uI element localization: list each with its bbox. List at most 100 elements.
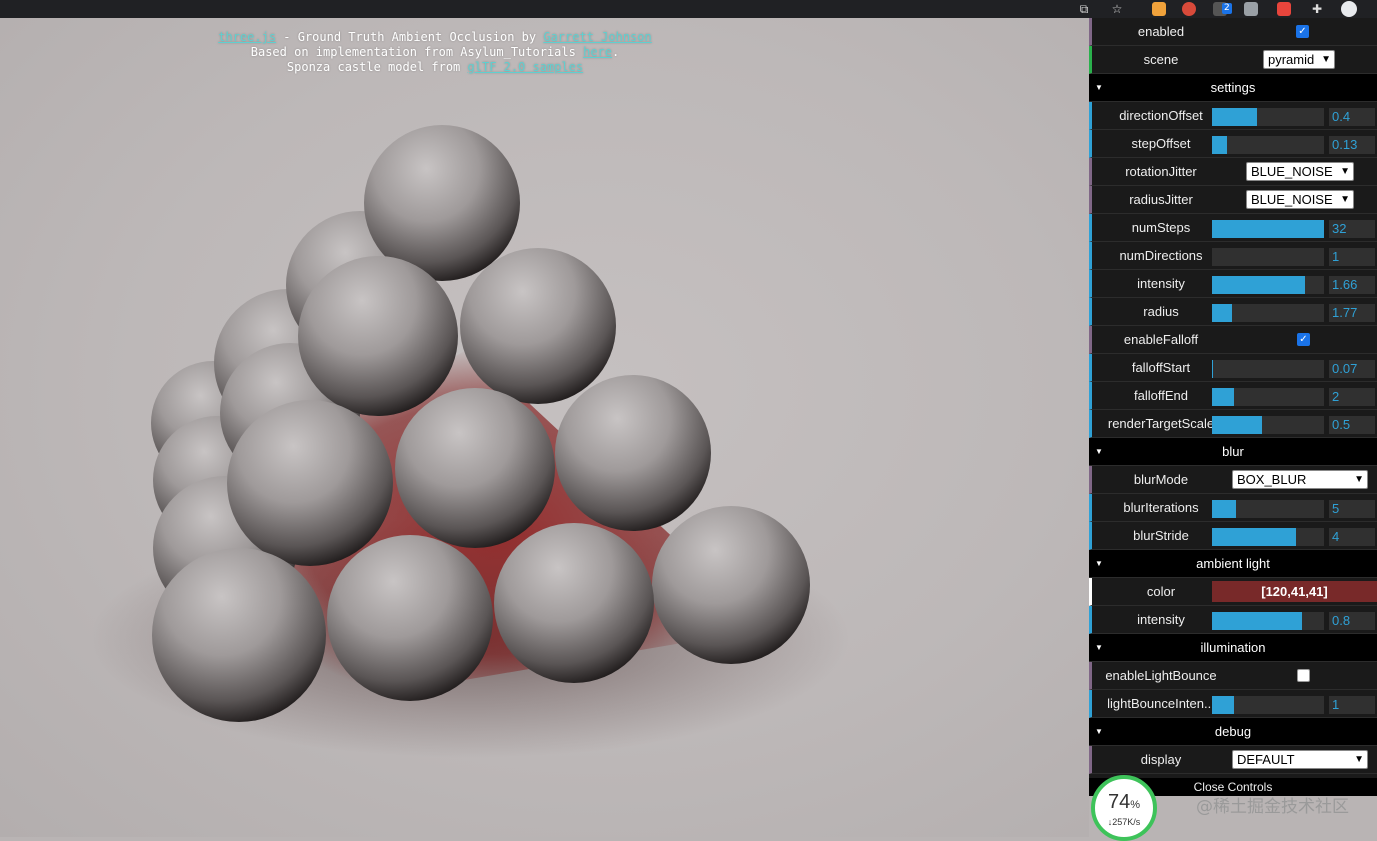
- translate-icon[interactable]: ⧉: [1077, 0, 1091, 18]
- enableFalloff-row[interactable]: enableFalloff ✓: [1089, 326, 1377, 354]
- sphere: [395, 388, 555, 548]
- numDirections-input[interactable]: 1: [1329, 248, 1375, 266]
- falloffEnd-slider[interactable]: [1212, 388, 1324, 406]
- stepOffset-row[interactable]: stepOffset 0.13: [1089, 130, 1377, 158]
- author-link[interactable]: Garrett Johnson: [543, 30, 651, 44]
- display-row[interactable]: display DEFAULT ▼: [1089, 746, 1377, 774]
- radius-slider[interactable]: [1212, 304, 1324, 322]
- bookmark-star-icon[interactable]: ☆: [1108, 0, 1126, 18]
- chevron-down-icon: ▼: [1354, 754, 1364, 765]
- radiusJitter-select[interactable]: BLUE_NOISE ▼: [1246, 190, 1354, 209]
- here-link[interactable]: here: [583, 45, 612, 59]
- intensity-input[interactable]: 1.66: [1329, 276, 1375, 294]
- slider-fill: [1212, 388, 1235, 406]
- falloffStart-row[interactable]: falloffStart 0.07: [1089, 354, 1377, 382]
- radiusJitter-row[interactable]: radiusJitter BLUE_NOISE ▼: [1089, 186, 1377, 214]
- directionOffset-slider[interactable]: [1212, 108, 1324, 126]
- blurMode-row[interactable]: blurMode BOX_BLUR ▼: [1089, 466, 1377, 494]
- sphere: [152, 548, 326, 722]
- slider-fill: [1212, 276, 1305, 294]
- display-select[interactable]: DEFAULT ▼: [1232, 750, 1368, 769]
- ambient-light-folder-title[interactable]: ▼ ambient light: [1089, 550, 1377, 578]
- directionOffset-row[interactable]: directionOffset 0.4: [1089, 102, 1377, 130]
- falloffStart-slider[interactable]: [1212, 360, 1324, 378]
- extension-red-icon[interactable]: [1181, 0, 1197, 18]
- browser-toolbar: ⧉ ☆ 2 ✚: [0, 0, 1377, 18]
- intensity-slider[interactable]: [1212, 276, 1324, 294]
- settings-folder-title[interactable]: ▼ settings: [1089, 74, 1377, 102]
- renderTargetScale-row[interactable]: renderTargetScale 0.5: [1089, 410, 1377, 438]
- enabled-label: enabled: [1137, 24, 1185, 39]
- numSteps-input[interactable]: 32: [1329, 220, 1375, 238]
- blur-folder-title[interactable]: ▼ blur: [1089, 438, 1377, 466]
- lightBounceIntensity-row[interactable]: lightBounceInten... 1: [1089, 690, 1377, 718]
- scene-label: scene: [1143, 52, 1179, 67]
- rotationJitter-value: BLUE_NOISE: [1251, 164, 1333, 179]
- blurStride-row[interactable]: blurStride 4: [1089, 522, 1377, 550]
- sphere: [460, 248, 616, 404]
- extensions-puzzle-icon[interactable]: ✚: [1309, 0, 1325, 18]
- ambient-intensity-input[interactable]: 0.8: [1329, 612, 1375, 630]
- slider-fill: [1212, 612, 1302, 630]
- stepOffset-slider[interactable]: [1212, 136, 1324, 154]
- extension-shield-icon[interactable]: [1276, 0, 1292, 18]
- debug-folder-title[interactable]: ▼ debug: [1089, 718, 1377, 746]
- sphere-pyramid-scene: [90, 125, 850, 758]
- radius-label: radius: [1143, 304, 1179, 319]
- blurStride-label: blurStride: [1133, 528, 1189, 543]
- lightBounceIntensity-input[interactable]: 1: [1329, 696, 1375, 714]
- enableLightBounce-checkbox[interactable]: [1297, 669, 1310, 682]
- lightBounceIntensity-slider[interactable]: [1212, 696, 1324, 714]
- sphere: [652, 506, 810, 664]
- perf-percent: 74%: [1095, 791, 1153, 814]
- blurIterations-row[interactable]: blurIterations 5: [1089, 494, 1377, 522]
- renderTargetScale-slider[interactable]: [1212, 416, 1324, 434]
- profile-avatar-icon[interactable]: [1338, 0, 1360, 18]
- extension-box-icon[interactable]: [1243, 0, 1259, 18]
- sphere: [227, 400, 393, 566]
- falloffEnd-label: falloffEnd: [1134, 388, 1188, 403]
- ambient-intensity-label: intensity: [1137, 612, 1185, 627]
- scene-row[interactable]: scene pyramid ▼: [1089, 46, 1377, 74]
- extension-badge: 2: [1222, 3, 1232, 14]
- scene-select[interactable]: pyramid ▼: [1263, 50, 1335, 69]
- falloffStart-label: falloffStart: [1131, 360, 1191, 375]
- enabled-checkbox[interactable]: ✓: [1296, 25, 1309, 38]
- rotationJitter-row[interactable]: rotationJitter BLUE_NOISE ▼: [1089, 158, 1377, 186]
- directionOffset-input[interactable]: 0.4: [1329, 108, 1375, 126]
- ambient-intensity-row[interactable]: intensity 0.8: [1089, 606, 1377, 634]
- falloffEnd-row[interactable]: falloffEnd 2: [1089, 382, 1377, 410]
- blurStride-slider[interactable]: [1212, 528, 1324, 546]
- radius-row[interactable]: radius 1.77: [1089, 298, 1377, 326]
- falloffEnd-input[interactable]: 2: [1329, 388, 1375, 406]
- stepOffset-input[interactable]: 0.13: [1329, 136, 1375, 154]
- gltf-samples-link[interactable]: glTF 2.0 samples: [468, 60, 584, 74]
- enableFalloff-checkbox[interactable]: ✓: [1297, 333, 1310, 346]
- blurIterations-input[interactable]: 5: [1329, 500, 1375, 518]
- renderTargetScale-input[interactable]: 0.5: [1329, 416, 1375, 434]
- intensity-row[interactable]: intensity 1.66: [1089, 270, 1377, 298]
- threejs-link[interactable]: three.js: [218, 30, 276, 44]
- rotationJitter-select[interactable]: BLUE_NOISE ▼: [1246, 162, 1354, 181]
- numSteps-slider[interactable]: [1212, 220, 1324, 238]
- slider-fill: [1212, 528, 1296, 546]
- blurIterations-slider[interactable]: [1212, 500, 1324, 518]
- numDirections-row[interactable]: numDirections 1: [1089, 242, 1377, 270]
- numSteps-row[interactable]: numSteps 32: [1089, 214, 1377, 242]
- watermark-text: @稀土掘金技术社区: [1196, 797, 1349, 817]
- ambient-color-row[interactable]: color [120,41,41]: [1089, 578, 1377, 606]
- enableLightBounce-row[interactable]: enableLightBounce: [1089, 662, 1377, 690]
- extension-orange-icon[interactable]: [1151, 0, 1167, 18]
- chevron-down-icon: ▼: [1340, 194, 1350, 205]
- render-viewport[interactable]: three.js - Ground Truth Ambient Occlusio…: [0, 18, 1089, 837]
- blurStride-input[interactable]: 4: [1329, 528, 1375, 546]
- ambient-intensity-slider[interactable]: [1212, 612, 1324, 630]
- falloffStart-input[interactable]: 0.07: [1329, 360, 1375, 378]
- illumination-folder-title[interactable]: ▼ illumination: [1089, 634, 1377, 662]
- color-swatch-input[interactable]: [120,41,41]: [1212, 581, 1377, 602]
- blurMode-select[interactable]: BOX_BLUR ▼: [1232, 470, 1368, 489]
- enabled-row[interactable]: enabled ✓: [1089, 18, 1377, 46]
- network-speed-widget[interactable]: 74% ↓257K/s: [1091, 775, 1157, 841]
- numDirections-slider[interactable]: [1212, 248, 1324, 266]
- radius-input[interactable]: 1.77: [1329, 304, 1375, 322]
